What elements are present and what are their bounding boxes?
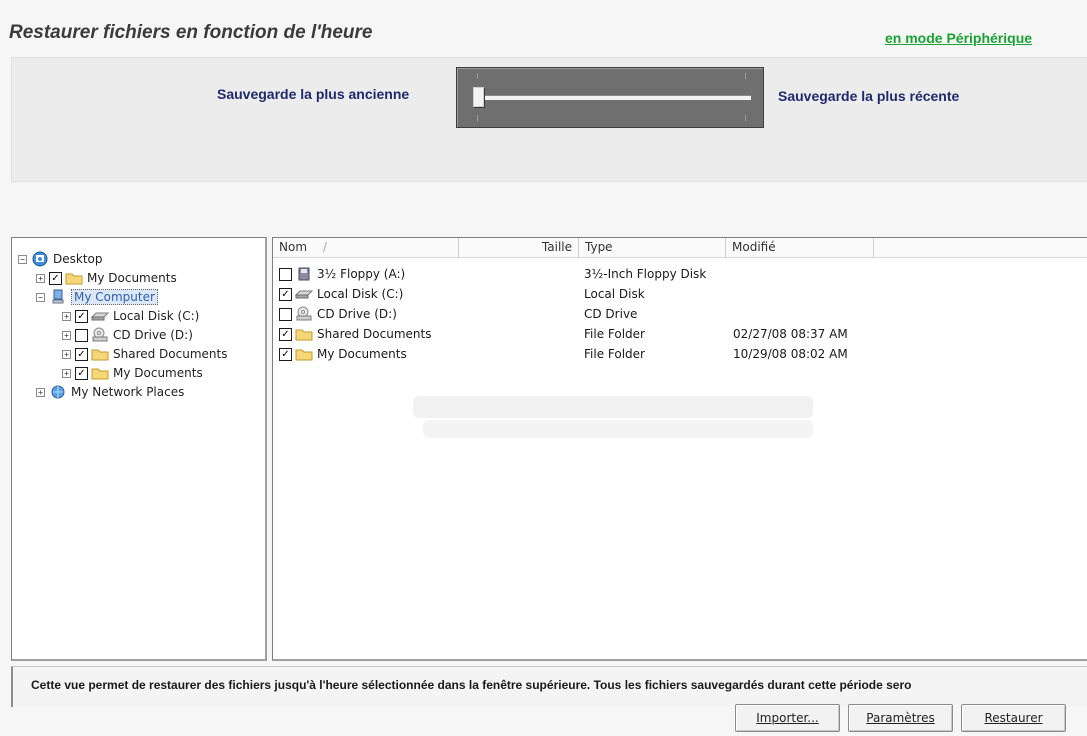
- sort-indicator: /: [322, 240, 327, 254]
- tree-item-label: My Network Places: [71, 385, 185, 399]
- column-header-size[interactable]: Taille: [459, 238, 579, 257]
- tree-item-label: Local Disk (C:): [113, 309, 200, 323]
- list-item[interactable]: ✓ Local Disk (C:) Local Disk: [279, 284, 1079, 304]
- folder-icon: [91, 347, 109, 361]
- tree-item-label: My Computer: [71, 289, 158, 305]
- list-item[interactable]: ✓ Shared Documents File Folder 02/27/08 …: [279, 324, 1079, 344]
- tree-item-my-documents[interactable]: + ✓ My Documents: [36, 269, 177, 287]
- expand-icon[interactable]: +: [62, 349, 71, 359]
- expand-icon[interactable]: +: [62, 330, 71, 340]
- item-name: Local Disk (C:): [317, 287, 404, 301]
- restore-button[interactable]: Restaurer: [961, 704, 1066, 732]
- settings-button[interactable]: Paramètres: [848, 704, 953, 732]
- tree-item-label: My Documents: [113, 366, 203, 380]
- tree-item-local-disk[interactable]: + ✓ Local Disk (C:): [62, 307, 199, 325]
- column-header-name[interactable]: Nom /: [273, 238, 459, 257]
- checkbox[interactable]: [279, 267, 292, 281]
- folder-icon: [295, 347, 313, 361]
- expand-icon[interactable]: +: [36, 387, 45, 397]
- checkbox[interactable]: ✓: [75, 347, 88, 361]
- list-item[interactable]: 3½ Floppy (A:) 3½-Inch Floppy Disk: [279, 264, 1079, 284]
- tree-item-my-computer[interactable]: − My Computer: [36, 288, 158, 306]
- item-modified: 02/27/08 08:37 AM: [733, 327, 848, 341]
- collapse-icon[interactable]: −: [18, 254, 27, 264]
- tree-item-desktop[interactable]: − Desktop: [18, 250, 103, 268]
- slider-tick-start-bottom: [477, 115, 478, 121]
- checkbox[interactable]: ✓: [279, 287, 292, 301]
- tree-item-shared-documents[interactable]: + ✓ Shared Documents: [62, 345, 227, 363]
- item-type: File Folder: [584, 327, 645, 341]
- item-type: CD Drive: [584, 307, 638, 321]
- slider-tick-end-bottom: [745, 115, 746, 121]
- device-mode-link[interactable]: en mode Périphérique: [885, 30, 1032, 46]
- item-name: 3½ Floppy (A:): [317, 267, 406, 281]
- checkbox[interactable]: [75, 328, 88, 342]
- folder-icon: [295, 327, 313, 341]
- tree-item-cd-drive[interactable]: + CD Drive (D:): [62, 326, 193, 344]
- status-text: Cette vue permet de restaurer des fichie…: [31, 678, 912, 692]
- cd-drive-icon: [295, 306, 313, 321]
- folder-icon: [91, 366, 109, 380]
- network-icon: [49, 385, 67, 399]
- item-name: CD Drive (D:): [317, 307, 397, 321]
- checkbox[interactable]: ✓: [75, 309, 88, 323]
- collapse-icon[interactable]: −: [36, 292, 45, 302]
- hard-disk-icon: [295, 287, 313, 301]
- tree-item-label: Shared Documents: [113, 347, 228, 361]
- tree-item-label: My Documents: [87, 271, 177, 285]
- page-title: Restaurer fichiers en fonction de l'heur…: [9, 22, 373, 43]
- slider-thumb[interactable]: [473, 87, 484, 107]
- backup-time-slider[interactable]: [456, 67, 764, 128]
- file-list[interactable]: Nom / Taille Type Modifié 3½ Floppy (A:)…: [272, 237, 1087, 661]
- checkbox[interactable]: ✓: [279, 347, 292, 361]
- item-type: 3½-Inch Floppy Disk: [584, 267, 707, 281]
- tree-item-label: CD Drive (D:): [113, 328, 193, 342]
- item-type: Local Disk: [584, 287, 645, 301]
- slider-track: [474, 95, 751, 100]
- tree-item-label: Desktop: [53, 252, 103, 266]
- checkbox[interactable]: ✓: [75, 366, 88, 380]
- import-button[interactable]: Importer...: [735, 704, 840, 732]
- folder-tree[interactable]: − Desktop + ✓ My Documents − My Computer…: [11, 237, 267, 661]
- redaction-smudge: [413, 396, 813, 418]
- item-modified: 10/29/08 08:02 AM: [733, 347, 848, 361]
- folder-icon: [65, 271, 83, 285]
- list-item[interactable]: ✓ My Documents File Folder 10/29/08 08:0…: [279, 344, 1079, 364]
- tree-item-my-network-places[interactable]: + My Network Places: [36, 383, 184, 401]
- expand-icon[interactable]: +: [62, 368, 71, 378]
- column-header-label: Nom: [279, 240, 308, 254]
- floppy-icon: [295, 267, 313, 281]
- redaction-smudge: [423, 420, 813, 438]
- desktop-icon: [31, 251, 49, 267]
- item-type: File Folder: [584, 347, 645, 361]
- item-name: Shared Documents: [317, 327, 432, 341]
- cd-drive-icon: [91, 327, 109, 342]
- expand-icon[interactable]: +: [36, 273, 45, 283]
- checkbox[interactable]: ✓: [49, 271, 62, 285]
- newest-backup-label: Sauvegarde la plus récente: [778, 88, 960, 104]
- column-header-modified[interactable]: Modifié: [726, 238, 874, 257]
- oldest-backup-label: Sauvegarde la plus ancienne: [217, 86, 410, 102]
- list-item[interactable]: CD Drive (D:) CD Drive: [279, 304, 1079, 324]
- slider-tick-start: [477, 73, 478, 79]
- checkbox[interactable]: ✓: [279, 327, 292, 341]
- item-name: My Documents: [317, 347, 407, 361]
- hard-disk-icon: [91, 309, 109, 323]
- status-bar: Cette vue permet de restaurer des fichie…: [11, 666, 1087, 707]
- computer-icon: [49, 289, 67, 304]
- slider-tick-end: [745, 73, 746, 79]
- expand-icon[interactable]: +: [62, 311, 71, 321]
- column-header-type[interactable]: Type: [579, 238, 726, 257]
- checkbox[interactable]: [279, 307, 292, 321]
- list-header: Nom / Taille Type Modifié: [273, 238, 1087, 258]
- tree-item-my-documents-2[interactable]: + ✓ My Documents: [62, 364, 203, 382]
